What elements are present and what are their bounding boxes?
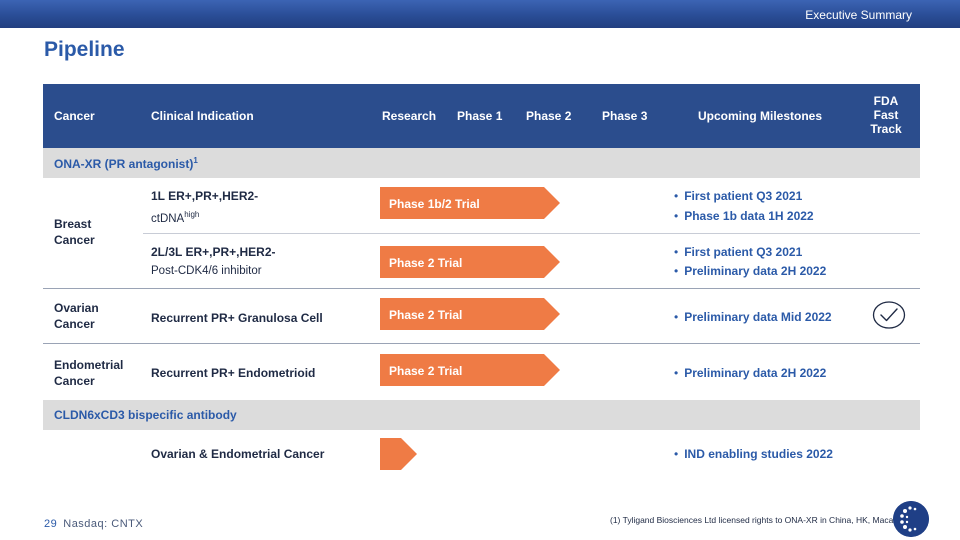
col-phase3: Phase 3 xyxy=(602,109,648,123)
col-fda-line-3: Track xyxy=(870,122,902,136)
col-phase1: Phase 1 xyxy=(457,109,503,123)
cancer-ovarian: Ovarian Cancer xyxy=(54,300,99,332)
col-milestones: Upcoming Milestones xyxy=(698,109,823,123)
cancer-endometrial-line-2: Cancer xyxy=(54,374,95,388)
milestone-breast-2-b: • Preliminary data 2H 2022 xyxy=(674,264,827,278)
top-banner: Executive Summary xyxy=(0,0,960,28)
col-fda-line-2: Fast xyxy=(873,108,899,122)
col-cancer: Cancer xyxy=(54,109,95,123)
trial-arrow-endometrial: Phase 2 Trial xyxy=(380,354,560,386)
milestone-text: First patient Q3 2021 xyxy=(684,189,803,203)
milestone-ovarian: • Preliminary data Mid 2022 xyxy=(674,310,832,324)
indication-breast-1-sub: ctDNAhigh xyxy=(151,210,199,225)
milestone-text: IND enabling studies 2022 xyxy=(684,447,833,461)
trial-arrow-ovarian: Phase 2 Trial xyxy=(380,298,560,330)
row-divider xyxy=(43,288,920,289)
footer-left: 29 Nasdaq: CNTX xyxy=(44,518,143,530)
trial-label: Phase 2 Trial xyxy=(389,364,463,378)
col-phase2: Phase 2 xyxy=(526,109,572,123)
indication-ovarian: Recurrent PR+ Granulosa Cell xyxy=(151,311,323,325)
ticker: Nasdaq: CNTX xyxy=(63,518,144,530)
footnote: (1) Tyligand Biosciences Ltd licensed ri… xyxy=(610,515,899,525)
trial-arrow-cldn xyxy=(380,438,417,470)
indication-breast-1: 1L ER+,PR+,HER2- xyxy=(151,189,259,203)
milestone-text: Preliminary data 2H 2022 xyxy=(684,366,827,380)
section-cldn-text: CLDN6xCD3 bispecific antibody xyxy=(54,408,237,422)
section-cldn6xcd3: CLDN6xCD3 bispecific antibody xyxy=(43,400,920,430)
page-number: 29 xyxy=(44,518,58,530)
cancer-endometrial: Endometrial Cancer xyxy=(54,357,123,389)
milestone-breast-2-a: • First patient Q3 2021 xyxy=(674,245,803,259)
col-fda-fast-track: FDA Fast Track xyxy=(861,94,911,136)
sub-sup: high xyxy=(184,210,200,219)
row-divider xyxy=(143,233,920,234)
row-divider xyxy=(43,343,920,344)
cancer-ovarian-line-1: Ovarian xyxy=(54,301,99,315)
cancer-ovarian-line-2: Cancer xyxy=(54,317,95,331)
trial-arrow-breast-1: Phase 1b/2 Trial xyxy=(380,187,560,219)
milestone-text: Preliminary data 2H 2022 xyxy=(684,264,827,278)
milestone-text: Preliminary data Mid 2022 xyxy=(684,310,832,324)
col-research: Research xyxy=(382,109,437,123)
indication-breast-2: 2L/3L ER+,PR+,HER2- xyxy=(151,245,276,259)
indication-endometrial: Recurrent PR+ Endometrioid xyxy=(151,366,316,380)
milestone-endometrial: • Preliminary data 2H 2022 xyxy=(674,366,827,380)
section-label: Executive Summary xyxy=(805,8,912,22)
section-ona-text: ONA-XR (PR antagonist) xyxy=(54,157,194,171)
cancer-breast: Breast Cancer xyxy=(54,216,95,248)
cancer-endometrial-line-1: Endometrial xyxy=(54,358,124,372)
footnote-ref: 1 xyxy=(193,156,198,165)
cancer-breast-line-2: Cancer xyxy=(54,233,95,247)
page-title: Pipeline xyxy=(44,38,125,61)
table-header: Cancer Clinical Indication Research Phas… xyxy=(43,84,920,148)
fda-fast-track-check-icon xyxy=(872,301,906,329)
cancer-breast-line-1: Breast xyxy=(54,217,92,231)
sub-main: ctDNA xyxy=(151,212,185,225)
milestone-cldn: • IND enabling studies 2022 xyxy=(674,447,833,461)
trial-label: Phase 2 Trial xyxy=(389,308,463,322)
milestone-text: Phase 1b data 1H 2022 xyxy=(684,209,814,223)
company-logo-icon xyxy=(893,501,929,537)
trial-label: Phase 2 Trial xyxy=(389,256,463,270)
milestone-breast-1-b: • Phase 1b data 1H 2022 xyxy=(674,209,814,223)
trial-label: Phase 1b/2 Trial xyxy=(389,197,480,211)
milestone-breast-1-a: • First patient Q3 2021 xyxy=(674,189,803,203)
indication-cldn: Ovarian & Endometrial Cancer xyxy=(151,447,325,461)
col-indication: Clinical Indication xyxy=(151,109,254,123)
col-fda-line-1: FDA xyxy=(873,94,899,108)
section-ona-xr: ONA-XR (PR antagonist)1 xyxy=(43,148,920,178)
section-label-ona: ONA-XR (PR antagonist)1 xyxy=(54,156,198,171)
trial-arrow-breast-2: Phase 2 Trial xyxy=(380,246,560,278)
indication-breast-2-sub: Post-CDK4/6 inhibitor xyxy=(151,265,262,277)
milestone-text: First patient Q3 2021 xyxy=(684,245,803,259)
